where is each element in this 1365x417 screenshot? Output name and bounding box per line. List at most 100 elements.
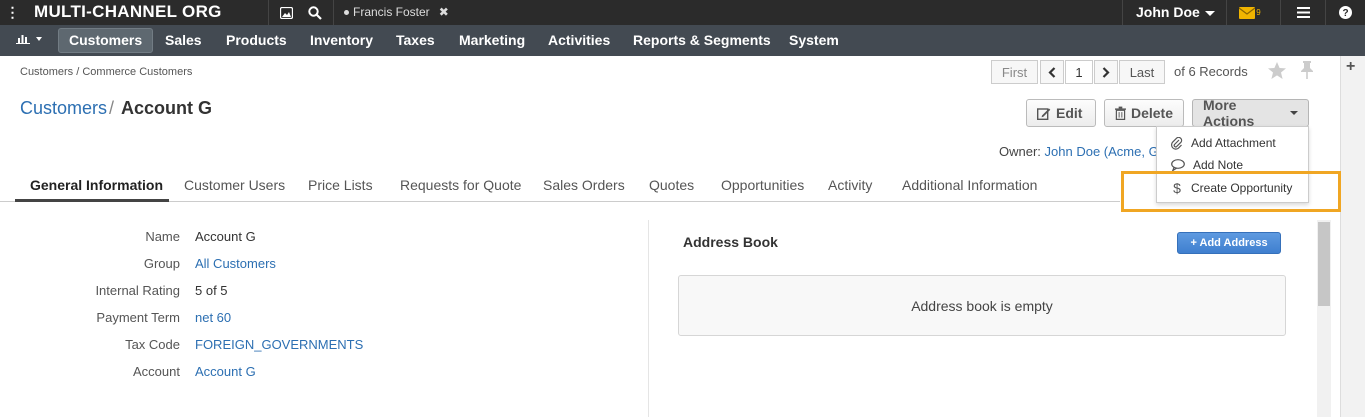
- divider: [1122, 0, 1123, 25]
- field-label-tax-code: Tax Code: [125, 337, 180, 352]
- divider: [1325, 0, 1326, 25]
- image-icon[interactable]: [276, 0, 296, 25]
- field-label-name: Name: [145, 229, 180, 244]
- close-icon[interactable]: ✖: [439, 5, 449, 19]
- add-address-button[interactable]: + Add Address: [1177, 232, 1281, 254]
- nav-products[interactable]: Products: [226, 25, 287, 56]
- delete-label: Delete: [1130, 105, 1173, 121]
- tab-sales-orders[interactable]: Sales Orders: [543, 177, 625, 193]
- mail-button[interactable]: 9: [1237, 0, 1263, 25]
- tab-customer-users[interactable]: Customer Users: [184, 177, 285, 193]
- divider: [1280, 0, 1281, 25]
- help-icon[interactable]: ?: [1336, 0, 1354, 25]
- tab-bar: General Information Customer Users Price…: [0, 171, 1120, 202]
- caret-down-icon: [1290, 111, 1298, 115]
- title-separator: /: [109, 98, 115, 118]
- edit-icon: [1037, 107, 1051, 120]
- field-value-account[interactable]: Account G: [195, 364, 256, 379]
- field-value-name: Account G: [195, 229, 256, 244]
- page-title: Account G: [121, 98, 213, 118]
- nav-taxes[interactable]: Taxes: [396, 25, 435, 56]
- address-book-title: Address Book: [683, 234, 778, 250]
- envelope-icon: [1239, 6, 1256, 19]
- address-book-empty: Address book is empty: [678, 275, 1286, 336]
- highlight-box: [1121, 171, 1341, 212]
- page-title-section-link[interactable]: Customers: [20, 98, 107, 119]
- divider: [268, 0, 269, 25]
- chevron-right-icon: [1102, 66, 1110, 78]
- nav-system[interactable]: System: [789, 25, 839, 56]
- nav-marketing[interactable]: Marketing: [459, 25, 525, 56]
- field-value-payment-term[interactable]: net 60: [195, 310, 231, 325]
- pager-prev-button[interactable]: [1040, 60, 1064, 84]
- divider: [333, 0, 334, 25]
- pinned-tab-label: Francis Foster: [353, 5, 430, 19]
- pager-page-input[interactable]: 1: [1065, 60, 1093, 84]
- plus-icon[interactable]: +: [1346, 58, 1355, 76]
- tab-additional-information[interactable]: Additional Information: [902, 177, 1037, 193]
- search-icon[interactable]: [305, 0, 325, 25]
- breadcrumb: Customers / Commerce Customers: [20, 66, 193, 78]
- menu-item-add-attachment[interactable]: Add Attachment: [1171, 136, 1276, 150]
- field-label-internal-rating: Internal Rating: [95, 283, 180, 298]
- owner-label: Owner:: [999, 144, 1041, 159]
- menu-item-add-note[interactable]: Add Note: [1171, 158, 1243, 172]
- chevron-left-icon: [1048, 66, 1056, 78]
- edit-label: Edit: [1056, 105, 1083, 121]
- right-sidebar: [1340, 56, 1365, 417]
- tab-opportunities[interactable]: Opportunities: [721, 177, 804, 193]
- nav-customers[interactable]: Customers: [58, 28, 154, 53]
- main-nav: Customers Sales Products Inventory Taxes…: [0, 25, 1365, 56]
- menu-item-label: Add Attachment: [1191, 136, 1276, 150]
- pager-last-button[interactable]: Last: [1119, 60, 1165, 84]
- field-value-internal-rating: 5 of 5: [195, 283, 228, 298]
- more-actions-button[interactable]: More Actions: [1192, 97, 1309, 129]
- user-name: John Doe: [1136, 4, 1200, 20]
- nav-sales[interactable]: Sales: [165, 25, 202, 56]
- delete-button[interactable]: Delete: [1104, 99, 1184, 127]
- caret-down-icon: [36, 36, 42, 41]
- owner-info: Owner: John Doe (Acme, G: [999, 144, 1159, 159]
- tab-quotes[interactable]: Quotes: [649, 177, 694, 193]
- kebab-menu-icon[interactable]: ⋮: [0, 0, 25, 25]
- field-label-payment-term: Payment Term: [96, 310, 180, 325]
- trash-icon: [1115, 106, 1126, 120]
- more-actions-label: More Actions: [1203, 97, 1255, 129]
- user-menu[interactable]: John Doe: [1136, 4, 1215, 20]
- field-label-account: Account: [133, 364, 180, 379]
- column-divider: [648, 220, 649, 417]
- nav-activities[interactable]: Activities: [548, 25, 610, 56]
- pager-next-button[interactable]: [1094, 60, 1118, 84]
- hamburger-menu-icon[interactable]: [1293, 0, 1313, 25]
- bar-chart-icon: [16, 35, 30, 44]
- tab-general-information[interactable]: General Information: [30, 177, 163, 193]
- svg-text:?: ?: [1342, 8, 1348, 19]
- field-label-group: Group: [143, 256, 180, 271]
- nav-inventory[interactable]: Inventory: [310, 25, 373, 56]
- tab-requests-for-quote[interactable]: Requests for Quote: [400, 177, 521, 193]
- top-bar: ⋮ MULTI-CHANNEL ORG Francis Foster ✖ Joh…: [0, 0, 1365, 25]
- field-value-group[interactable]: All Customers: [195, 256, 276, 271]
- paperclip-icon: [1171, 136, 1183, 150]
- tab-activity[interactable]: Activity: [828, 177, 872, 193]
- dashboard-menu[interactable]: [16, 33, 42, 44]
- pin-icon[interactable]: [1300, 61, 1314, 79]
- records-count: of 6 Records: [1174, 64, 1248, 79]
- divider: [1226, 0, 1227, 25]
- comment-icon: [1171, 159, 1185, 171]
- edit-button[interactable]: Edit: [1026, 99, 1096, 127]
- scrollbar-thumb[interactable]: [1318, 222, 1330, 306]
- empty-message: Address book is empty: [911, 297, 1053, 314]
- star-icon[interactable]: [1268, 62, 1286, 79]
- active-tab-indicator: [15, 199, 169, 202]
- pinned-tab[interactable]: Francis Foster ✖: [344, 5, 449, 19]
- tab-price-lists[interactable]: Price Lists: [308, 177, 373, 193]
- owner-link[interactable]: John Doe (Acme, G: [1045, 144, 1159, 159]
- nav-reports-segments[interactable]: Reports & Segments: [633, 25, 771, 56]
- mail-count: 9: [1256, 8, 1261, 17]
- org-name[interactable]: MULTI-CHANNEL ORG: [34, 2, 222, 22]
- pager-first-button[interactable]: First: [991, 60, 1038, 84]
- menu-item-label: Add Note: [1193, 158, 1244, 172]
- pin-dot-icon: [344, 9, 349, 15]
- field-value-tax-code[interactable]: FOREIGN_GOVERNMENTS: [195, 337, 363, 352]
